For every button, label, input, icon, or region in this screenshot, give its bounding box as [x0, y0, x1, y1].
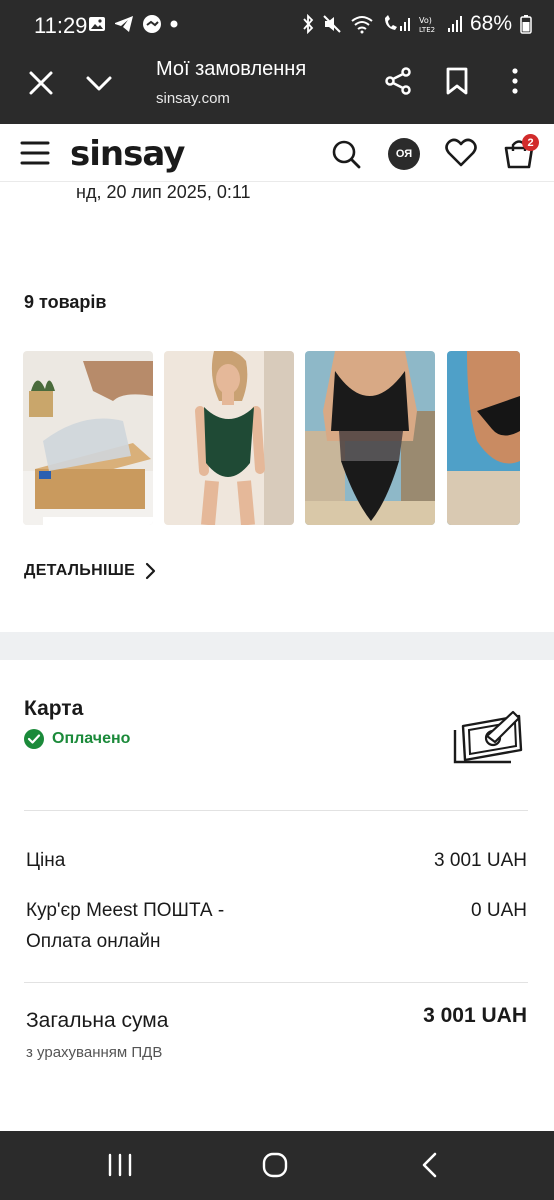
browser-url: sinsay.com: [156, 90, 230, 107]
payment-method: Карта: [24, 697, 84, 720]
items-count: 9 товарів: [24, 292, 107, 312]
system-nav-bar: [0, 1131, 554, 1200]
details-link-label: ДЕТАЛЬНІШЕ: [24, 562, 136, 579]
heart-icon[interactable]: [445, 138, 477, 168]
site-header: sinsay ОЯ 2: [0, 124, 554, 182]
product-thumbnail[interactable]: [447, 351, 520, 525]
product-thumbnail[interactable]: [164, 351, 294, 525]
details-link[interactable]: ДЕТАЛЬНІШЕ: [24, 562, 157, 580]
delivery-label-line1: Кур'єр Meest ПОШТА -: [26, 900, 225, 921]
order-date: нд, 20 лип 2025, 0:11: [76, 182, 251, 202]
close-icon[interactable]: [26, 68, 56, 98]
chevron-right-icon: [145, 562, 156, 580]
delivery-label-line2: Оплата онлайн: [26, 931, 161, 952]
battery-icon: [520, 15, 532, 34]
dot-icon: [170, 20, 178, 28]
home-icon[interactable]: [261, 1151, 289, 1179]
battery-level: 68%: [469, 12, 512, 35]
payment-status: Оплачено: [24, 729, 130, 749]
gallery-icon: [89, 17, 105, 31]
wifi-icon: [351, 16, 373, 34]
svg-text:LTE2: LTE2: [419, 26, 435, 34]
product-thumbnails[interactable]: [23, 351, 520, 525]
cart-count-badge: 2: [522, 134, 539, 151]
avatar[interactable]: ОЯ: [388, 138, 420, 170]
chevron-down-icon[interactable]: [84, 68, 114, 98]
app-notification-icon: [143, 15, 161, 33]
volte-icon: Vo)LTE2: [419, 16, 435, 34]
product-thumbnail[interactable]: [305, 351, 435, 525]
section-divider: [0, 632, 554, 660]
product-image: [23, 351, 153, 525]
product-image: [305, 351, 435, 525]
total-label: Загальна сума: [26, 1009, 169, 1032]
divider: [24, 810, 528, 811]
telegram-icon: [115, 16, 133, 32]
browser-title: Мої замовлення: [156, 58, 307, 80]
status-bar: 11:29 Vo) LTE2 68%: [0, 0, 554, 52]
notification-icons: [88, 14, 178, 34]
product-image: [164, 351, 294, 525]
divider: [24, 982, 528, 983]
back-icon[interactable]: [418, 1151, 442, 1179]
check-circle-icon: [24, 729, 44, 749]
browser-toolbar: Мої замовлення sinsay.com: [0, 52, 554, 124]
price-label: Ціна: [26, 850, 66, 871]
call-signal-icon: [384, 15, 410, 31]
payment-status-label: Оплачено: [52, 730, 131, 747]
search-icon[interactable]: [330, 138, 362, 170]
bookmark-icon[interactable]: [442, 66, 472, 96]
product-image: [447, 351, 520, 525]
signal-icon: [447, 16, 462, 32]
share-icon[interactable]: [384, 66, 414, 96]
menu-icon[interactable]: [20, 140, 50, 166]
total-note: з урахуванням ПДВ: [26, 1044, 163, 1061]
total-value: 3 001 UAH: [423, 1004, 527, 1027]
site-logo[interactable]: sinsay: [70, 134, 185, 174]
delivery-value: 0 UAH: [471, 900, 527, 921]
mute-icon: [323, 15, 341, 33]
bluetooth-icon: [303, 14, 314, 34]
status-time: 11:29: [34, 13, 88, 38]
payment-card-icon: [453, 710, 523, 764]
svg-text:Vo): Vo): [419, 16, 432, 25]
price-value: 3 001 UAH: [434, 850, 527, 871]
product-thumbnail[interactable]: [23, 351, 153, 525]
system-indicators: Vo) LTE2 68%: [302, 12, 532, 36]
recents-icon[interactable]: [106, 1151, 134, 1179]
more-icon[interactable]: [500, 66, 530, 96]
